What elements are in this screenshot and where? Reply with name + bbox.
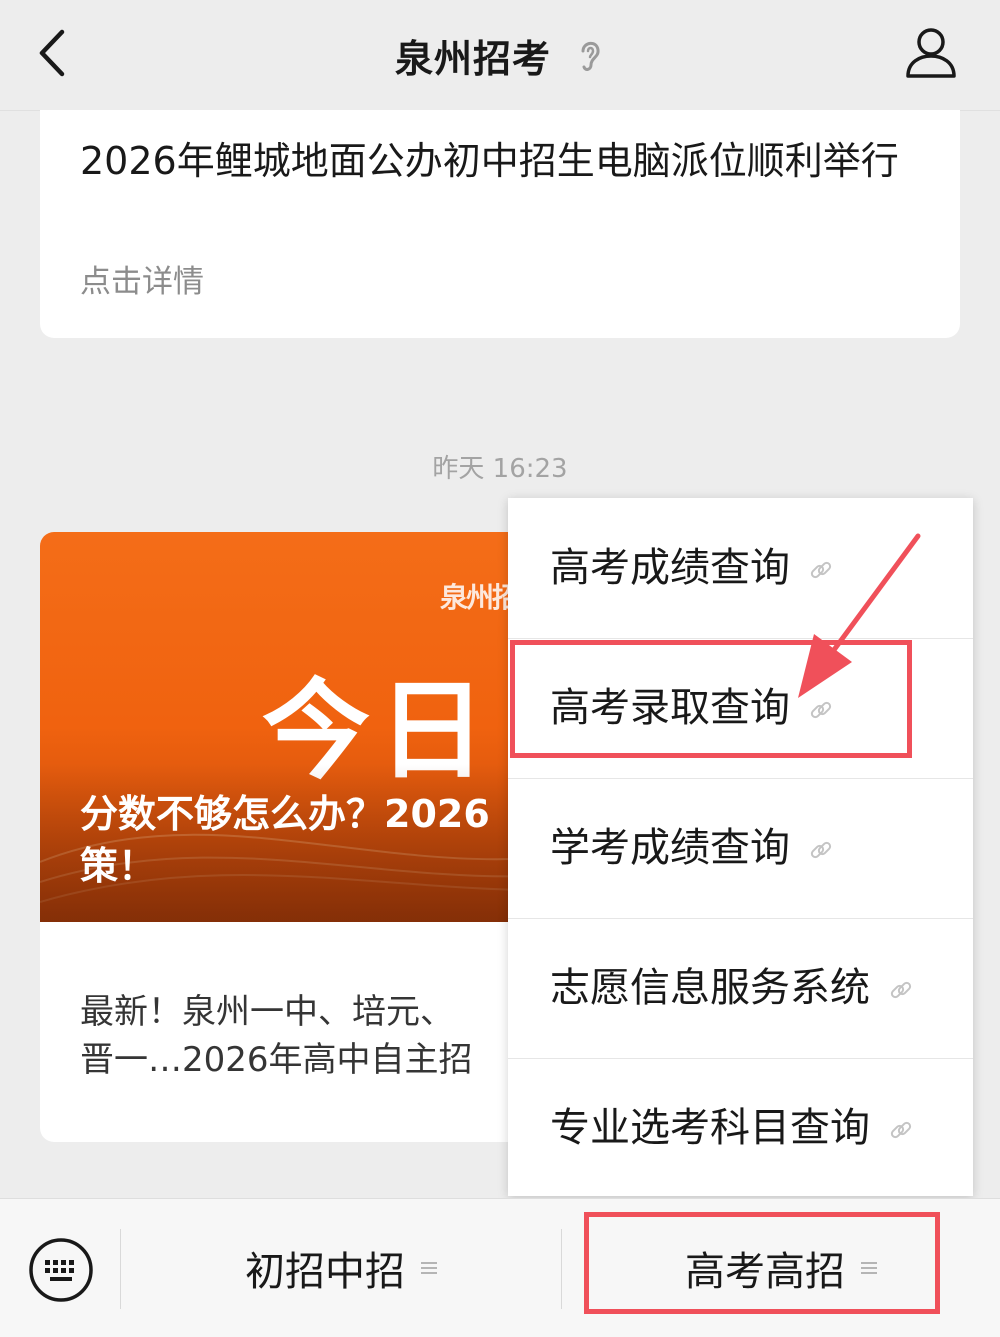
article-title: 2026年鲤城地面公办初中招生电脑派位顺利举行 xyxy=(80,139,899,183)
menu-item-label: 学考成绩查询 xyxy=(550,825,790,871)
menu-item-label: 志愿信息服务系统 xyxy=(550,965,870,1011)
tab-chuzhao-zhongzhao[interactable]: 初招中招 xyxy=(121,1199,561,1337)
keyboard-toggle-button[interactable] xyxy=(28,1237,94,1303)
top-navigation-bar: 泉州招考 xyxy=(0,0,1000,111)
title-area: 泉州招考 xyxy=(0,0,1000,110)
menu-item-label: 专业选考科目查询 xyxy=(550,1105,870,1151)
link-icon xyxy=(810,841,832,859)
article-card[interactable]: 2026年鲤城地面公办初中招生电脑派位顺利举行 点击详情 xyxy=(40,110,960,338)
banner-logo: 泉州招 xyxy=(440,581,520,614)
link-icon xyxy=(890,1121,912,1139)
page-title: 泉州招考 xyxy=(394,36,551,81)
menu-item-subject-query[interactable]: 专业选考科目查询 xyxy=(508,1058,973,1198)
menu-item-xuekao-score[interactable]: 学考成绩查询 xyxy=(508,778,973,919)
annotation-arrow-icon xyxy=(798,533,921,698)
tab-label: 初招中招 xyxy=(245,1249,405,1295)
menu-item-volunteer-system[interactable]: 志愿信息服务系统 xyxy=(508,918,973,1059)
keyboard-icon xyxy=(29,1238,93,1302)
message-timestamp: 昨天 16:23 xyxy=(432,454,568,484)
ear-icon xyxy=(581,41,600,71)
article-details-link[interactable]: 点击详情 xyxy=(80,256,204,301)
link-icon xyxy=(890,981,912,999)
menu-lines-icon xyxy=(421,1262,437,1274)
person-icon xyxy=(906,28,956,78)
menu-item-label: 高考成绩查询 xyxy=(550,545,790,591)
profile-button[interactable] xyxy=(898,22,964,84)
highlight-box-gaokao-tab xyxy=(584,1212,940,1314)
